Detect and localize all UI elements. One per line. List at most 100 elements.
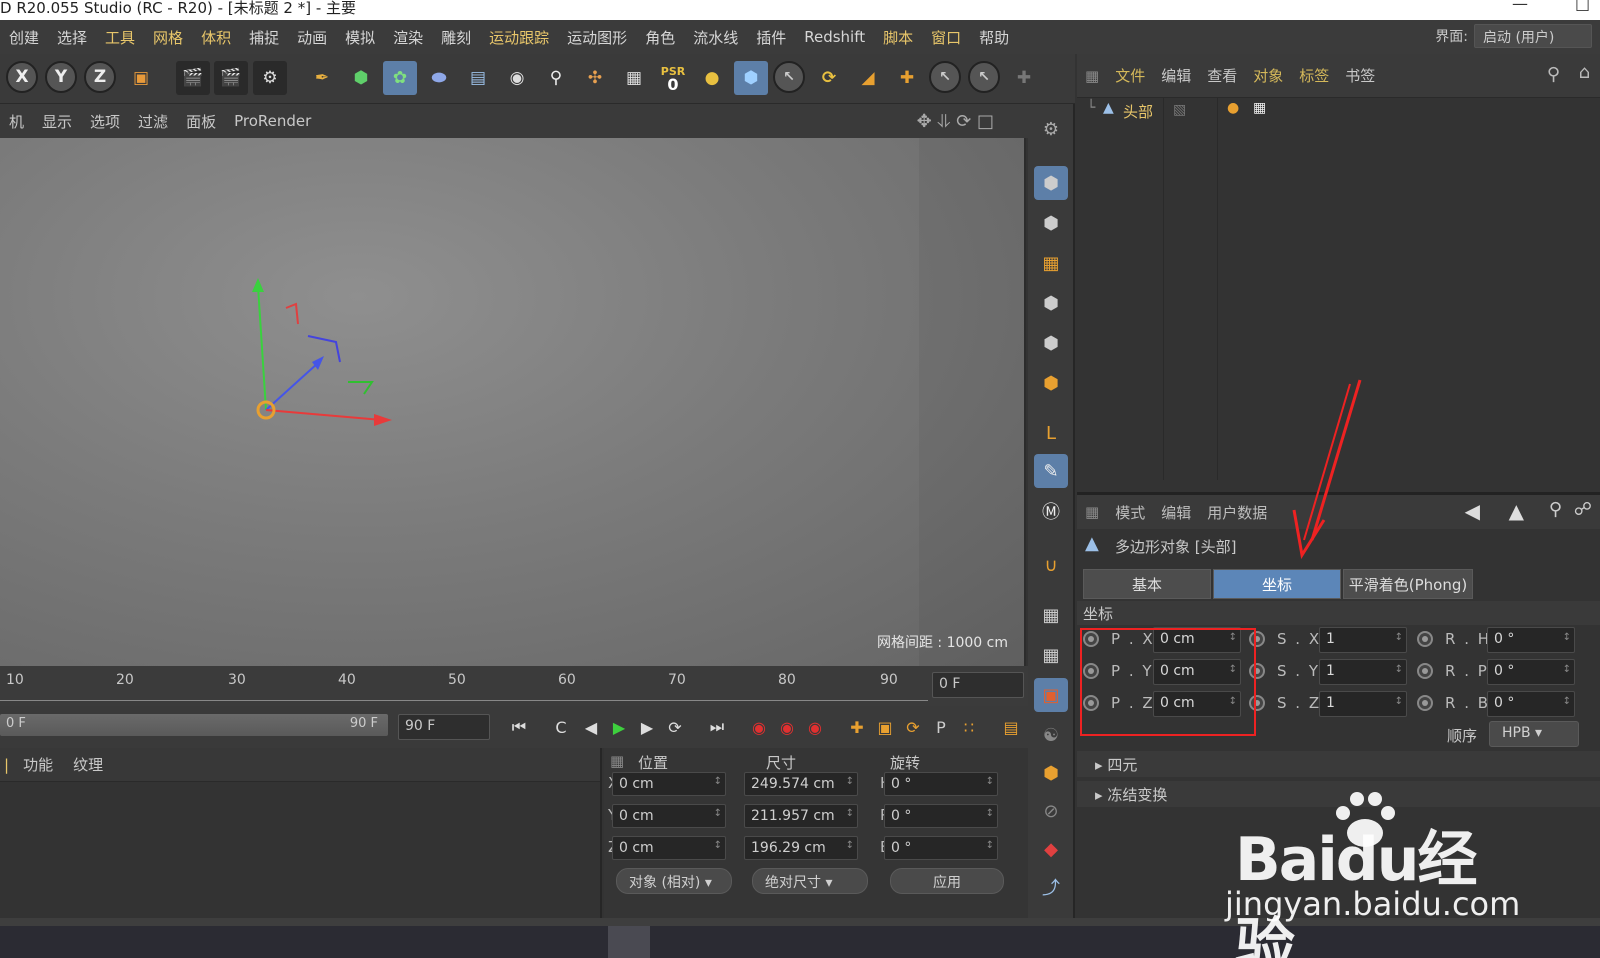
play-icon[interactable]: ▶ bbox=[606, 714, 632, 740]
size-field[interactable]: 196.29 cm bbox=[744, 836, 858, 860]
polygons-mode-icon[interactable]: ⬢ bbox=[1034, 366, 1068, 400]
rotation-field[interactable]: 0 ° bbox=[884, 804, 998, 828]
menu-item[interactable]: 体积 bbox=[192, 27, 240, 48]
attribute-tab[interactable]: 基本 bbox=[1083, 569, 1211, 599]
workplane-icon[interactable]: ⚙ bbox=[1034, 112, 1068, 146]
minimize-icon[interactable]: — bbox=[1512, 0, 1528, 12]
menu-item[interactable]: 运动跟踪 bbox=[480, 27, 558, 48]
goto-start-icon[interactable]: ⏮ bbox=[506, 714, 532, 740]
axis-y-lock-button[interactable]: Y bbox=[45, 61, 77, 93]
menu-item[interactable]: 选择 bbox=[48, 27, 96, 48]
next-frame-icon[interactable]: ▶ bbox=[634, 714, 660, 740]
edges-mode-icon[interactable]: ⬢ bbox=[1034, 326, 1068, 360]
model-mode-icon[interactable]: ⬢ bbox=[734, 61, 768, 95]
rotation-field[interactable]: 0 ° bbox=[884, 772, 998, 796]
tweak-icon[interactable]: ✎ bbox=[1034, 454, 1068, 488]
redshift-icon[interactable]: ◆ bbox=[1034, 832, 1068, 866]
texture-mode-icon[interactable]: ⬢ bbox=[1034, 206, 1068, 240]
select-icon[interactable]: ↖ bbox=[929, 61, 961, 93]
attribute-tab[interactable]: 坐标 bbox=[1213, 569, 1341, 599]
object-menu-item[interactable]: 书签 bbox=[1337, 65, 1383, 86]
object-menu-item[interactable]: 编辑 bbox=[1153, 65, 1199, 86]
autokey-icon[interactable]: ◉ bbox=[774, 714, 800, 740]
size-field[interactable]: 211.957 cm bbox=[744, 804, 858, 828]
axis-x-lock-button[interactable]: X bbox=[6, 61, 38, 93]
snap-icon[interactable]: ✣ bbox=[578, 61, 612, 95]
object-menu-item[interactable]: 标签 bbox=[1291, 65, 1337, 86]
up-arrow-icon[interactable]: ▲ bbox=[1509, 499, 1524, 523]
position-field[interactable]: 0 cm bbox=[612, 772, 726, 796]
active-task[interactable] bbox=[608, 926, 650, 958]
scale-param-field[interactable]: 1 bbox=[1319, 659, 1407, 685]
axis-mode-icon[interactable]: ● bbox=[695, 61, 729, 95]
scale-param-field[interactable]: 1 bbox=[1319, 691, 1407, 717]
axis-icon[interactable]: L bbox=[1034, 416, 1068, 450]
pen-icon[interactable]: ✒ bbox=[305, 61, 339, 95]
render-picture-viewer-icon[interactable]: 🎬 bbox=[214, 61, 248, 95]
position-field[interactable]: 0 cm bbox=[612, 836, 726, 860]
scale-icon[interactable]: ◢ bbox=[851, 61, 885, 95]
object-row[interactable]: └ ▲ 头部 ▧ ● ▦ bbox=[1077, 98, 1600, 126]
camera-icon[interactable]: ◉ bbox=[500, 61, 534, 95]
home-icon[interactable]: ⌂ bbox=[1579, 62, 1590, 83]
move-icon[interactable]: ✚ bbox=[890, 61, 924, 95]
light-icon[interactable]: ⚲ bbox=[539, 61, 573, 95]
menu-item[interactable]: 角色 bbox=[636, 27, 684, 48]
viewport-menu-item[interactable]: 显示 bbox=[33, 111, 81, 132]
size-mode-dropdown[interactable]: 绝对尺寸 ▾ bbox=[752, 868, 868, 894]
size-field[interactable]: 249.574 cm bbox=[744, 772, 858, 796]
subdivision-icon[interactable]: ✿ bbox=[383, 61, 417, 95]
search-icon[interactable]: ⚲ bbox=[1547, 64, 1560, 85]
maximize-icon[interactable]: □ bbox=[1575, 0, 1590, 12]
coord-mode-dropdown[interactable]: 对象 (相对) ▾ bbox=[616, 868, 732, 894]
material-menu-item[interactable]: 纹理 bbox=[63, 754, 113, 775]
rotation-field[interactable]: 0 ° bbox=[884, 836, 998, 860]
axis-z-lock-button[interactable]: Z bbox=[84, 61, 116, 93]
character-icon[interactable]: ☯ bbox=[1034, 718, 1068, 752]
prev-key-icon[interactable]: C bbox=[548, 714, 574, 740]
menu-item[interactable]: 动画 bbox=[288, 27, 336, 48]
lock-icon[interactable]: ☍ bbox=[1574, 499, 1592, 520]
render-region-icon[interactable]: ▣ bbox=[1034, 678, 1068, 712]
render-view-icon[interactable]: 🎬 bbox=[176, 61, 210, 95]
object-menu-item[interactable]: 文件 bbox=[1107, 65, 1153, 86]
timeline-ruler[interactable]: 0 F 10 20 30 40 50 60 70 80 90 bbox=[0, 666, 1028, 706]
scale-param-field[interactable]: 1 bbox=[1319, 627, 1407, 653]
object-icon[interactable]: ⬢ bbox=[1034, 756, 1068, 790]
visibility-icon[interactable]: ▧ bbox=[1173, 102, 1186, 118]
spline-icon[interactable]: ⤴ bbox=[1034, 870, 1068, 904]
psr-icon[interactable]: PSR 0 bbox=[656, 61, 690, 95]
animation-radio-icon[interactable] bbox=[1417, 663, 1433, 679]
menu-item[interactable]: 工具 bbox=[96, 27, 144, 48]
viewport-menu-item[interactable]: 选项 bbox=[81, 111, 129, 132]
key-position-icon[interactable]: ✚ bbox=[844, 714, 870, 740]
key-rotation-icon[interactable]: ⟳ bbox=[900, 714, 926, 740]
search-icon[interactable]: ⚲ bbox=[1549, 499, 1562, 520]
material-tag-icon[interactable]: ▦ bbox=[1253, 100, 1266, 116]
next-key-icon[interactable]: ⟳ bbox=[662, 714, 688, 740]
attribute-tab[interactable]: 平滑着色(Phong) bbox=[1343, 569, 1473, 599]
axis-gizmo[interactable] bbox=[0, 138, 1026, 666]
menu-item[interactable]: 插件 bbox=[747, 27, 795, 48]
object-name[interactable]: 头部 bbox=[1123, 101, 1153, 122]
attribute-menu-item[interactable]: 模式 bbox=[1107, 502, 1153, 523]
key-pla-icon[interactable]: ∷ bbox=[956, 714, 982, 740]
menu-item[interactable]: 模拟 bbox=[336, 27, 384, 48]
end-frame-field[interactable]: 90 F bbox=[398, 714, 490, 740]
points-mode-icon[interactable]: ⬢ bbox=[1034, 286, 1068, 320]
current-frame-field[interactable]: 0 F bbox=[932, 672, 1024, 698]
menu-item[interactable]: Redshift bbox=[795, 28, 874, 46]
model-mode-icon[interactable]: ⬢ bbox=[1034, 166, 1068, 200]
menu-item[interactable]: 运动图形 bbox=[558, 27, 636, 48]
rotation-param-field[interactable]: 0 ° bbox=[1487, 627, 1575, 653]
key-param-icon[interactable]: P bbox=[928, 714, 954, 740]
workplane-icon[interactable]: ▦ bbox=[617, 61, 651, 95]
3d-viewport[interactable]: 网格间距 : 1000 cm bbox=[0, 138, 1026, 666]
viewport-menu-item[interactable]: 过滤 bbox=[129, 111, 177, 132]
menu-item[interactable]: 流水线 bbox=[684, 27, 747, 48]
rotate-icon[interactable]: ⟳ bbox=[812, 61, 846, 95]
snap-magnet-icon[interactable]: ∪ bbox=[1034, 548, 1068, 582]
workplane-grid-icon[interactable]: ▦ bbox=[1034, 246, 1068, 280]
animation-radio-icon[interactable] bbox=[1417, 631, 1433, 647]
position-field[interactable]: 0 cm bbox=[612, 804, 726, 828]
